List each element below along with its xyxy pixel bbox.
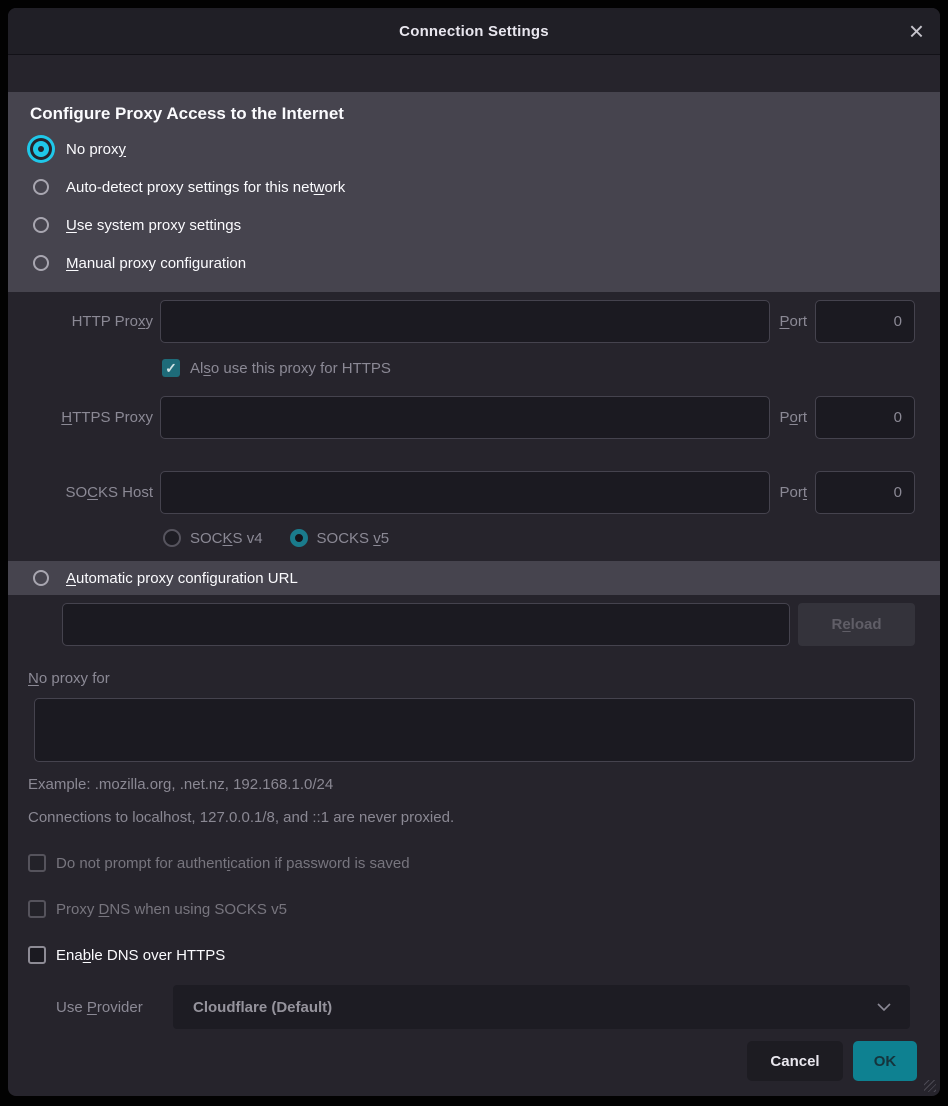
radio-socks-v5[interactable]: SOCKS v5: [290, 529, 390, 547]
http-port-input[interactable]: [815, 300, 915, 343]
radio-manual-proxy-label: Manual proxy configuration: [66, 255, 246, 272]
no-prompt-auth-label: Do not prompt for authentication if pass…: [56, 855, 410, 872]
provider-selected-value: Cloudflare (Default): [193, 999, 332, 1016]
radio-unselected-icon: [33, 570, 49, 586]
socks-host-label: SOCKS Host: [28, 484, 160, 501]
radio-unselected-icon: [163, 529, 181, 547]
no-proxy-for-textarea[interactable]: [34, 698, 915, 762]
also-https-checkbox-row[interactable]: ✓ Also use this proxy for HTTPS: [162, 358, 940, 378]
https-port-input[interactable]: [815, 396, 915, 439]
radio-system-proxy-label: Use system proxy settings: [66, 217, 241, 234]
ok-button[interactable]: OK: [853, 1041, 917, 1081]
http-port-label: Port: [779, 313, 807, 330]
page-title: Configure Proxy Access to the Internet: [30, 104, 920, 124]
enable-doh-checkbox-row[interactable]: Enable DNS over HTTPS: [28, 945, 940, 965]
pac-url-row: Reload: [62, 603, 915, 646]
radio-no-proxy[interactable]: No proxy: [28, 130, 920, 168]
proxy-dns-label: Proxy DNS when using SOCKS v5: [56, 901, 287, 918]
use-provider-label: Use Provider: [56, 999, 173, 1016]
checkbox-unchecked-icon: [28, 946, 46, 964]
connection-settings-dialog: Connection Settings × Configure Proxy Ac…: [8, 8, 940, 1096]
socks-port-input[interactable]: [815, 471, 915, 514]
cancel-button[interactable]: Cancel: [747, 1041, 843, 1081]
dialog-title: Connection Settings: [399, 23, 549, 40]
https-proxy-row: HTTPS Proxy Port: [28, 396, 915, 439]
close-icon[interactable]: ×: [909, 18, 924, 44]
auto-url-label: Automatic proxy configuration URL: [66, 570, 298, 587]
provider-select[interactable]: Cloudflare (Default): [173, 985, 910, 1029]
dialog-footer: Cancel OK: [8, 1041, 917, 1081]
radio-unselected-icon: [33, 255, 49, 271]
top-spacer: [8, 55, 940, 92]
localhost-note-text: Connections to localhost, 127.0.0.1/8, a…: [28, 809, 940, 829]
socks-host-row: SOCKS Host Port: [28, 471, 915, 514]
proxy-dns-checkbox-row[interactable]: Proxy DNS when using SOCKS v5: [28, 899, 940, 919]
socks-port-label: Port: [779, 484, 807, 501]
https-port-label: Port: [779, 409, 807, 426]
http-proxy-label: HTTP Proxy: [28, 313, 160, 330]
http-proxy-input[interactable]: [160, 300, 770, 343]
radio-unselected-icon: [33, 179, 49, 195]
socks-v5-label: SOCKS v5: [317, 530, 390, 547]
radio-unselected-icon: [33, 217, 49, 233]
https-proxy-label: HTTPS Proxy: [28, 409, 160, 426]
checkbox-unchecked-icon: [28, 900, 46, 918]
pac-url-input[interactable]: [62, 603, 790, 646]
radio-auto-detect-label: Auto-detect proxy settings for this netw…: [66, 179, 345, 196]
http-proxy-row: HTTP Proxy Port: [28, 300, 915, 343]
radio-manual-proxy[interactable]: Manual proxy configuration: [28, 244, 920, 282]
proxy-mode-panel: Configure Proxy Access to the Internet N…: [8, 92, 940, 292]
doh-provider-row: Use Provider Cloudflare (Default): [56, 985, 910, 1029]
radio-no-proxy-label: No proxy: [66, 141, 126, 158]
no-proxy-for-label: No proxy for: [28, 670, 940, 690]
resize-gripper-icon[interactable]: [924, 1080, 936, 1092]
radio-auto-detect[interactable]: Auto-detect proxy settings for this netw…: [28, 168, 920, 206]
checkbox-checked-icon: ✓: [162, 359, 180, 377]
https-proxy-input[interactable]: [160, 396, 770, 439]
radio-socks-v4[interactable]: SOCKS v4: [163, 529, 263, 547]
dialog-titlebar: Connection Settings ×: [8, 8, 940, 55]
radio-auto-url[interactable]: Automatic proxy configuration URL: [8, 561, 940, 595]
radio-selected-icon: [33, 141, 49, 157]
no-prompt-auth-checkbox-row[interactable]: Do not prompt for authentication if pass…: [28, 853, 940, 873]
chevron-down-icon: [876, 1002, 892, 1012]
radio-selected-icon: [290, 529, 308, 547]
checkbox-unchecked-icon: [28, 854, 46, 872]
radio-system-proxy[interactable]: Use system proxy settings: [28, 206, 920, 244]
reload-button[interactable]: Reload: [798, 603, 915, 646]
socks-version-row: SOCKS v4 SOCKS v5: [163, 526, 940, 550]
also-https-label: Also use this proxy for HTTPS: [190, 360, 391, 377]
enable-doh-label: Enable DNS over HTTPS: [56, 947, 225, 964]
socks-v4-label: SOCKS v4: [190, 530, 263, 547]
no-proxy-example-text: Example: .mozilla.org, .net.nz, 192.168.…: [28, 776, 940, 796]
socks-host-input[interactable]: [160, 471, 770, 514]
